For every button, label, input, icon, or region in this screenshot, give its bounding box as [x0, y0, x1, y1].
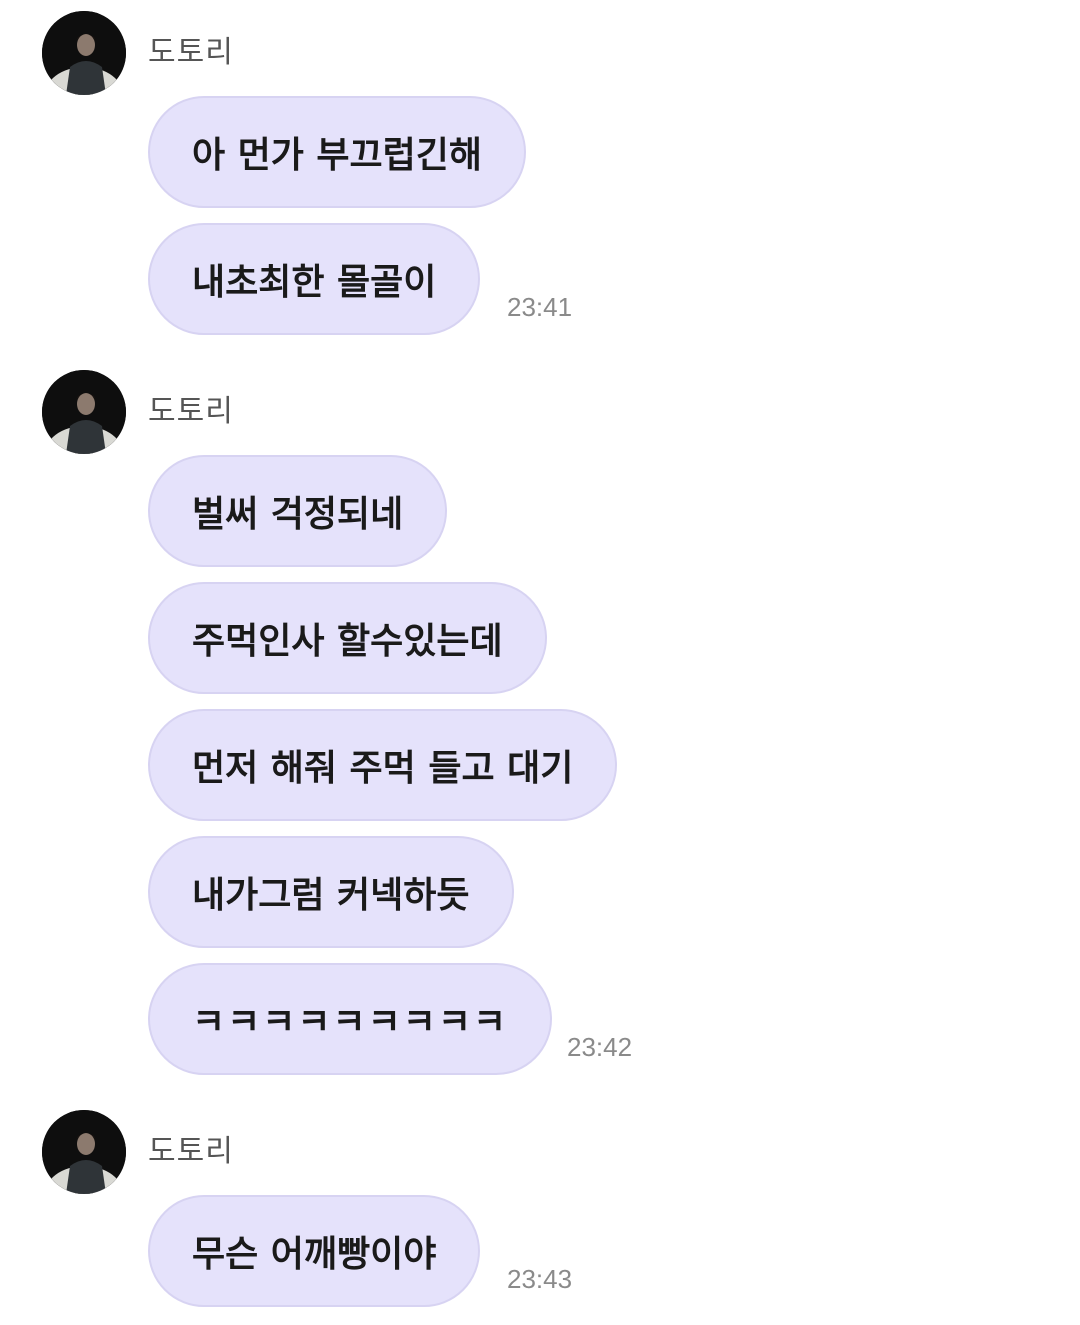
message-bubble[interactable]: 무슨 어깨빵이야 [148, 1195, 481, 1307]
sender-name: 도토리 [148, 35, 234, 70]
message-timestamp: 23:41 [507, 292, 573, 322]
message-bubble[interactable]: 내초최한 몰골이 [148, 223, 481, 335]
message-bubble[interactable]: 주먹인사 할수있는데 [148, 582, 547, 694]
chat-screen: { "groups": [ { "sender": "도토리", "messag… [0, 0, 1080, 1325]
sender-name: 도토리 [148, 394, 234, 429]
message-bubble[interactable]: ㅋㅋㅋㅋㅋㅋㅋㅋㅋ [148, 963, 553, 1075]
message-bubble[interactable]: 벌써 걱정되네 [148, 455, 448, 567]
avatar[interactable] [42, 1110, 126, 1194]
profile-photo-icon [42, 1110, 126, 1194]
message-bubble[interactable]: 먼저 해줘 주먹 들고 대기 [148, 709, 618, 821]
message-bubble[interactable]: 내가그럼 커넥하듯 [148, 836, 514, 948]
avatar[interactable] [42, 370, 126, 454]
message-timestamp: 23:42 [567, 1032, 633, 1062]
profile-photo-icon [42, 370, 126, 454]
avatar[interactable] [42, 11, 126, 95]
profile-photo-icon [42, 11, 126, 95]
message-bubble[interactable]: 아 먼가 부끄럽긴해 [148, 96, 527, 208]
message-timestamp: 23:43 [507, 1264, 573, 1294]
sender-name: 도토리 [148, 1134, 234, 1169]
